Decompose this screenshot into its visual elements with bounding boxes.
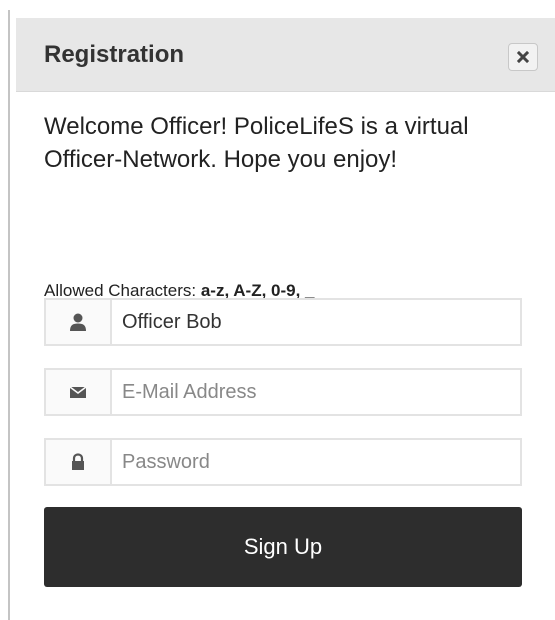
page-edge [8,10,10,620]
password-field [44,438,522,486]
email-field [44,368,522,416]
dialog-header: Registration [16,18,555,92]
page: Registration Welcome Officer! PoliceLife… [0,0,555,620]
username-addon [46,300,112,344]
username-input[interactable] [112,300,520,344]
welcome-text: Welcome Officer! PoliceLifeS is a virtua… [44,113,469,173]
dialog-title: Registration [44,41,185,68]
lock-icon [72,453,84,470]
user-icon [70,313,86,331]
envelope-icon [69,386,87,398]
sign-up-button[interactable]: Sign Up [44,507,522,587]
password-addon [46,440,112,484]
close-button[interactable] [508,43,538,71]
registration-dialog: Registration Welcome Officer! PoliceLife… [16,18,555,620]
username-field [44,298,522,346]
close-icon [517,51,529,63]
password-input[interactable] [112,440,520,484]
email-input[interactable] [112,370,520,414]
email-addon [46,370,112,414]
